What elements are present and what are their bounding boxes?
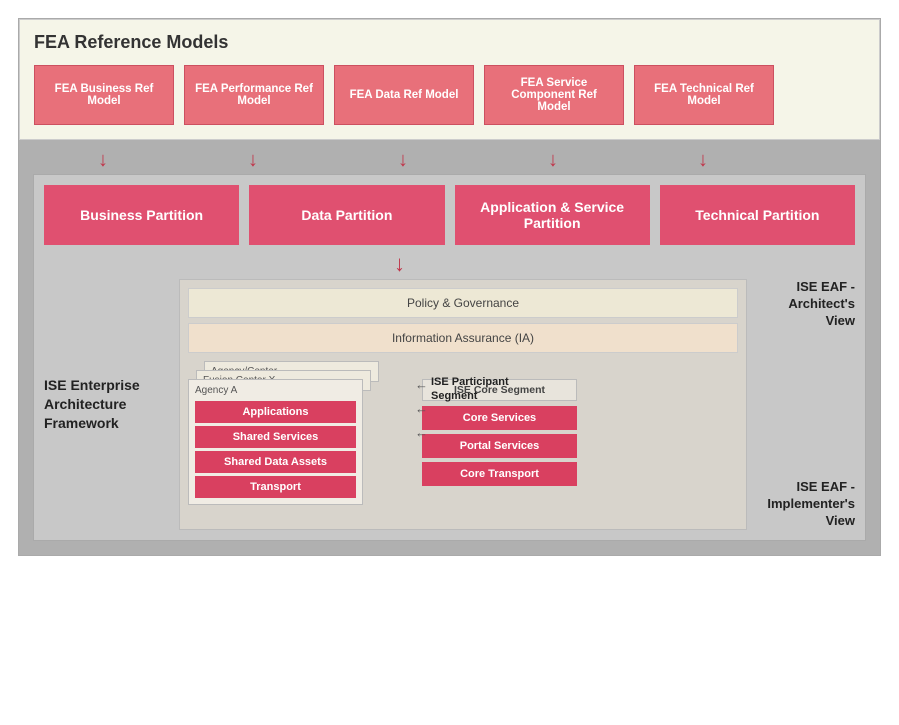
eaf-implementer-label: ISE EAF - Implementer's View (757, 479, 855, 530)
core-transport-box: Core Transport (422, 462, 577, 486)
core-services-box: Core Services (422, 406, 577, 430)
arrow-cell-3: ↓ (333, 150, 473, 170)
fea-box-technical: FEA Technical Ref Model (634, 65, 774, 125)
data-partition-box: Data Partition (249, 185, 444, 245)
right-labels: ISE EAF - Architect's View ISE EAF - Imp… (747, 279, 855, 530)
main-container: FEA Reference Models FEA Business Ref Mo… (0, 0, 899, 725)
technical-partition-box: Technical Partition (660, 185, 855, 245)
arrow-cell-5: ↓ (633, 150, 773, 170)
fea-box-service: FEA Service Component Ref Model (484, 65, 624, 125)
arrow-cell-4: ↓ (483, 150, 623, 170)
participant-label-area: ISE Participant Segment ← ← ← (415, 375, 520, 404)
eaf-architect-label: ISE EAF - Architect's View (757, 279, 855, 330)
fea-box-performance: FEA Performance Ref Model (184, 65, 324, 125)
ise-framework-label: ISE Enterprise Architecture Framework (44, 279, 179, 530)
ia-box: Information Assurance (IA) (188, 323, 738, 353)
fea-title: FEA Reference Models (34, 32, 865, 53)
segments-area: Agency/Center ... Fusion Center X Agency… (188, 361, 738, 521)
fea-section: FEA Reference Models FEA Business Ref Mo… (19, 19, 880, 140)
participant-segment-wrapper: Agency/Center ... Fusion Center X Agency… (188, 361, 408, 521)
shared-services-box: Shared Services (195, 426, 356, 448)
shared-data-box: Shared Data Assets (195, 451, 356, 473)
partitions-and-lower: Business Partition Data Partition Applic… (33, 174, 866, 541)
app-service-partition-box: Application & Service Partition (455, 185, 650, 245)
agency-a-title: Agency A (195, 385, 356, 396)
arrow-cell-2: ↓ (183, 150, 323, 170)
transport-box: Transport (195, 476, 356, 498)
fea-arrows-row: ↓ ↓ ↓ ↓ ↓ (33, 150, 866, 170)
participant-arrows: ← ← ← (415, 377, 428, 440)
business-partition-box: Business Partition (44, 185, 239, 245)
bottom-area: ISE Enterprise Architecture Framework Po… (44, 279, 855, 530)
fea-box-business: FEA Business Ref Model (34, 65, 174, 125)
center-content: Policy & Governance Information Assuranc… (179, 279, 747, 530)
diagram-outer: FEA Reference Models FEA Business Ref Mo… (18, 18, 881, 556)
paper-stack: Agency/Center ... Fusion Center X Agency… (188, 361, 373, 521)
connector-arrow-row: ↓ (44, 253, 855, 275)
fea-box-data: FEA Data Ref Model (334, 65, 474, 125)
fea-boxes-row: FEA Business Ref Model FEA Performance R… (34, 65, 865, 125)
participant-label: ISE Participant Segment (415, 375, 520, 404)
arrow-cell-1: ↓ (33, 150, 173, 170)
partition-row: Business Partition Data Partition Applic… (44, 185, 855, 245)
policy-box: Policy & Governance (188, 288, 738, 318)
portal-services-box: Portal Services (422, 434, 577, 458)
app-box: Applications (195, 401, 356, 423)
gray-section: ↓ ↓ ↓ ↓ ↓ Business Partition (19, 140, 880, 555)
paper-agency-a: Agency A Applications Shared Services Sh… (188, 379, 363, 505)
